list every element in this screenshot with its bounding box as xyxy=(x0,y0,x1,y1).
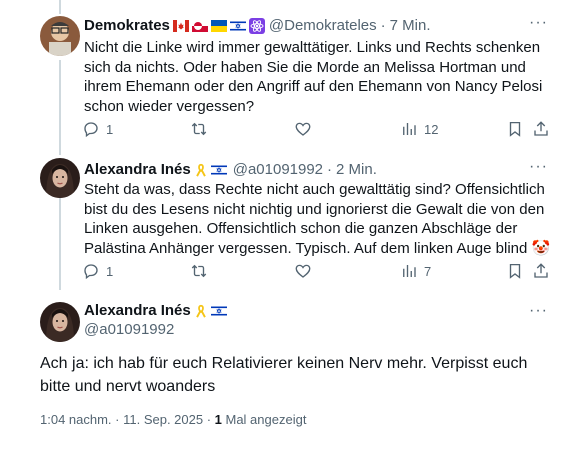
more-horizontal-icon[interactable]: ··· xyxy=(529,158,548,176)
timestamp[interactable]: 2 Min. xyxy=(336,160,377,180)
bookmark-icon xyxy=(509,263,521,279)
retweet-button[interactable] xyxy=(190,120,208,138)
more-horizontal-icon[interactable]: ··· xyxy=(529,302,548,320)
ribbon-icon xyxy=(195,163,206,177)
separator: · xyxy=(327,161,333,178)
views-icon xyxy=(403,123,416,135)
bookmark-icon xyxy=(509,121,521,137)
view-label: Mal angezeigt xyxy=(221,412,307,427)
views-button[interactable]: 12 xyxy=(400,120,438,138)
avatar[interactable] xyxy=(40,302,80,342)
ukraine-flag-icon xyxy=(210,20,227,32)
author-name[interactable]: Alexandra Inés xyxy=(84,301,191,321)
tweet-text: Ach ja: ich hab für euch Relativierer ke… xyxy=(40,355,528,395)
bookmark-button[interactable] xyxy=(506,120,524,138)
reply-button[interactable]: 1 xyxy=(82,262,113,280)
tweet-alexandra-focused[interactable]: Alexandra Inés @a01091992 ··· Ach ja: ic… xyxy=(0,290,567,455)
share-button[interactable] xyxy=(532,120,550,138)
timestamp[interactable]: 7 Min. xyxy=(390,16,431,36)
separator: · xyxy=(380,17,386,34)
canada-flag-icon xyxy=(172,20,189,32)
share-icon xyxy=(534,263,548,278)
retweet-icon xyxy=(191,264,207,278)
author-handle[interactable]: @a01091992 xyxy=(233,160,323,180)
share-button[interactable] xyxy=(532,262,550,280)
author-handle[interactable]: @a01091992 xyxy=(84,320,174,340)
reply-icon xyxy=(84,122,98,138)
author-handle[interactable]: @Demokrateles xyxy=(269,16,377,36)
bookmark-button[interactable] xyxy=(506,262,524,280)
post-timestamp[interactable]: 1:04 nachm. · 11. Sep. 2025 · xyxy=(40,412,215,427)
israel-flag-icon xyxy=(210,164,227,176)
view-count: 1 xyxy=(214,412,222,427)
reply-icon xyxy=(84,264,98,280)
ribbon-icon xyxy=(195,304,206,318)
tweet-demokrates[interactable]: Demokrates @Demokrateles · 7 Min. ··· Ni… xyxy=(0,0,567,150)
tweet-footer: 1:04 nachm. · 11. Sep. 2025 · 1 Mal ange… xyxy=(40,412,306,427)
like-button[interactable] xyxy=(294,262,312,280)
retweet-icon xyxy=(191,122,207,136)
greenland-flag-icon xyxy=(191,20,208,32)
author-name[interactable]: Demokrates xyxy=(84,16,170,36)
retweet-button[interactable] xyxy=(190,262,208,280)
author-name[interactable]: Alexandra Inés xyxy=(84,160,191,180)
avatar[interactable] xyxy=(40,16,80,56)
more-horizontal-icon[interactable]: ··· xyxy=(529,14,548,32)
views-button[interactable]: 7 xyxy=(400,262,431,280)
avatar[interactable] xyxy=(40,158,80,198)
heart-icon xyxy=(295,122,311,136)
share-icon xyxy=(534,121,548,136)
tweet-alexandra-reply[interactable]: Alexandra Inés @a01091992 · 2 Min. ··· S… xyxy=(0,150,567,290)
views-icon xyxy=(403,265,416,277)
tweet-text: Steht da was, dass Rechte nicht auch gew… xyxy=(84,181,551,257)
view-count: 7 xyxy=(424,263,432,279)
israel-flag-icon xyxy=(210,305,227,317)
atom-icon xyxy=(248,18,265,34)
heart-icon xyxy=(295,264,311,278)
reply-count: 1 xyxy=(106,121,114,137)
like-button[interactable] xyxy=(294,120,312,138)
israel-flag-icon xyxy=(229,20,246,32)
view-count: 12 xyxy=(424,121,439,137)
reply-button[interactable]: 1 xyxy=(82,120,113,138)
tweet-text: Nicht die Linke wird immer gewalttätiger… xyxy=(84,39,543,115)
reply-count: 1 xyxy=(106,263,114,279)
